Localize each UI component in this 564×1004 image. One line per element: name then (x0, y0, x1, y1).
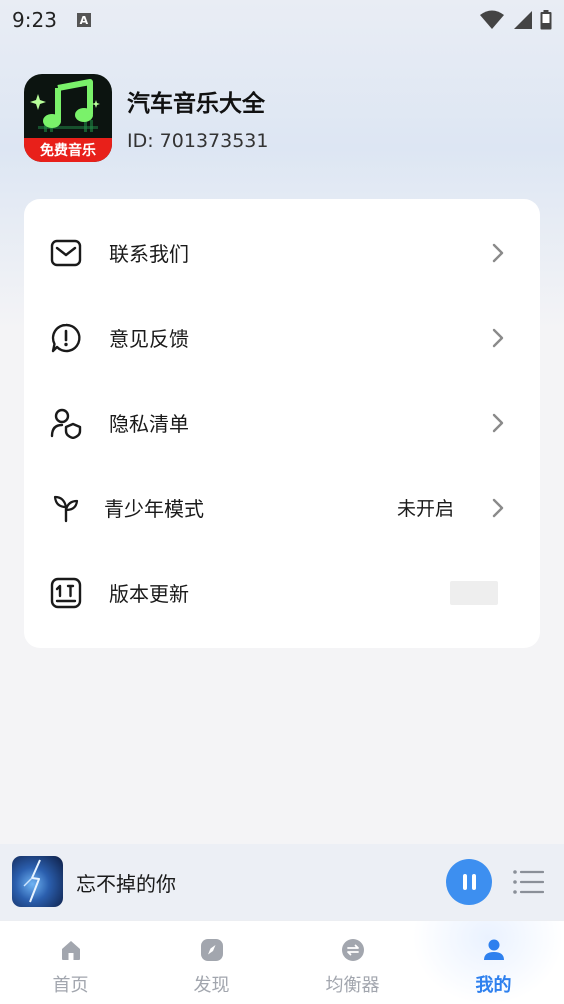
wifi-icon (480, 10, 504, 29)
status-bar: 9:23 A (0, 0, 564, 40)
equalizer-icon (340, 937, 366, 963)
menu-item-version-update[interactable]: 版本更新 (24, 550, 540, 635)
tab-mine[interactable]: 我的 (423, 921, 564, 1004)
privacy-icon (48, 405, 84, 441)
app-id: ID: 701373531 (127, 130, 269, 152)
compass-icon (199, 937, 225, 963)
menu-item-label: 隐私清单 (109, 412, 189, 436)
tab-equalizer[interactable]: 均衡器 (282, 921, 423, 1004)
app-info: 汽车音乐大全 ID: 701373531 (127, 84, 268, 152)
feedback-icon (48, 320, 84, 356)
menu-item-label: 版本更新 (109, 582, 189, 606)
chevron-right-icon (492, 413, 504, 432)
tab-label: 均衡器 (325, 975, 380, 996)
update-icon (48, 575, 84, 611)
menu-item-label: 青少年模式 (104, 497, 204, 521)
playlist-icon[interactable] (512, 868, 544, 896)
song-cover-art[interactable] (12, 856, 63, 907)
pause-icon (462, 874, 467, 890)
notification-icon: A (76, 13, 91, 27)
chevron-right-icon (492, 328, 504, 347)
menu-item-label: 联系我们 (109, 242, 189, 266)
chevron-right-icon (492, 243, 504, 262)
menu-item-teen-mode[interactable]: 青少年模式 未开启 (24, 465, 540, 550)
app-logo: 免费音乐 (24, 74, 112, 162)
chevron-right-icon (492, 498, 504, 517)
bottom-tab-bar: 首页 发现 均衡器 我的 (0, 920, 564, 1004)
menu-item-privacy-list[interactable]: 隐私清单 (24, 380, 540, 465)
teen-mode-status: 未开启 (396, 498, 454, 520)
signal-icon (514, 11, 532, 29)
status-time: 9:23 (12, 8, 57, 32)
app-header: 免费音乐 汽车音乐大全 ID: 701373531 (24, 74, 268, 162)
tab-label: 首页 (52, 975, 89, 996)
mail-icon (48, 235, 84, 271)
pause-icon-bar (471, 874, 476, 890)
menu-item-label: 意见反馈 (109, 327, 189, 351)
status-icons (480, 10, 552, 30)
tab-label: 我的 (475, 975, 512, 996)
tab-discover[interactable]: 发现 (141, 921, 282, 1004)
tab-home[interactable]: 首页 (0, 921, 141, 1004)
battery-icon (540, 10, 552, 30)
tab-label: 发现 (193, 975, 230, 996)
profile-icon (481, 937, 507, 963)
music-note-icon (30, 79, 100, 132)
settings-menu-card: 联系我们 意见反馈 隐私清单 青少年模式 未开启 版本更新 (24, 199, 540, 648)
app-logo-badge: 免费音乐 (24, 138, 112, 162)
song-title[interactable]: 忘不掉的你 (76, 868, 176, 897)
pause-button[interactable] (446, 859, 492, 905)
update-status-placeholder (450, 580, 498, 605)
sprout-icon (48, 490, 84, 526)
menu-item-contact-us[interactable]: 联系我们 (24, 210, 540, 295)
home-icon (58, 937, 84, 963)
mini-player[interactable]: 忘不掉的你 (0, 844, 564, 920)
menu-item-feedback[interactable]: 意见反馈 (24, 295, 540, 380)
app-name: 汽车音乐大全 (127, 91, 265, 117)
